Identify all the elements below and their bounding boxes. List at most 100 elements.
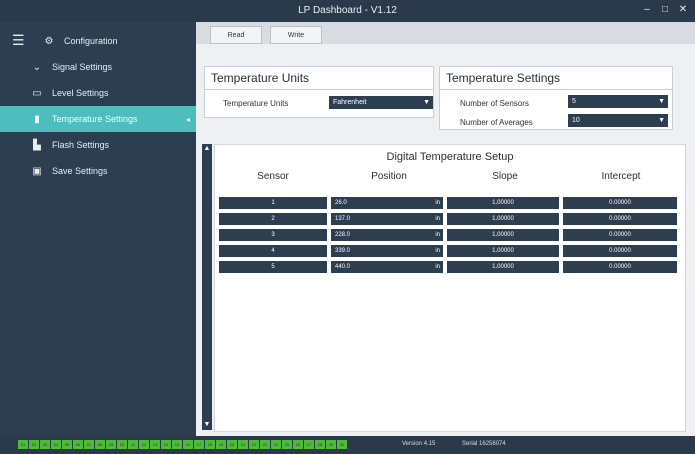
digital-temperature-setup-card: Digital Temperature Setup Sensor Positio… [214, 144, 686, 432]
sidebar-item-save-settings[interactable]: ▣ Save Settings [0, 158, 196, 184]
serial-label: Serial [462, 441, 478, 447]
save-icon: ▣ [32, 165, 42, 177]
chevron-down-icon: ▼ [658, 117, 665, 124]
number-of-averages-label: Number of Averages [460, 118, 533, 127]
read-button[interactable]: Read [210, 26, 262, 44]
main-content: Read Write Temperature Units Temperature… [196, 22, 695, 436]
status-chip: 27 [304, 440, 314, 449]
sidebar-item-signal-settings[interactable]: ⌄ Signal Settings [0, 54, 196, 80]
select-value: Fahrenheit [333, 99, 367, 106]
status-chip: 05 [62, 440, 72, 449]
toolbar: Read Write [196, 22, 695, 44]
status-chip: 21 [238, 440, 248, 449]
write-button[interactable]: Write [270, 26, 322, 44]
version-label: Version [402, 441, 423, 447]
scroll-down-icon[interactable]: ▼ [202, 420, 212, 430]
sidebar-item-temperature-settings[interactable]: ▮ Temperature Settings ◂ [0, 106, 196, 132]
position-input[interactable]: 440.0 in [331, 261, 443, 273]
temperature-units-label: Temperature Units [223, 99, 289, 108]
sidebar-item-label: Save Settings [52, 166, 108, 176]
column-header-slope: Slope [492, 171, 518, 182]
collapse-indicator-icon: ◂ [185, 114, 190, 124]
scroll-up-icon[interactable]: ▲ [202, 144, 212, 154]
position-value: 339.0 [335, 248, 351, 254]
sidebar-item-level-settings[interactable]: ▭ Level Settings [0, 80, 196, 106]
status-chip: 16 [183, 440, 193, 449]
status-chip: 24 [271, 440, 281, 449]
column-header-position: Position [371, 171, 407, 182]
flash-icon: ▙ [33, 139, 41, 151]
intercept-input[interactable]: 0.00000 [563, 229, 677, 241]
slope-input[interactable]: 1.00000 [447, 197, 559, 209]
group-divider [440, 89, 672, 90]
maximize-icon[interactable]: □ [659, 3, 671, 17]
group-title: Temperature Units [211, 71, 310, 85]
column-header-sensor: Sensor [257, 171, 289, 182]
sensor-cell: 5 [219, 261, 327, 273]
position-input[interactable]: 228.0 in [331, 229, 443, 241]
slope-input[interactable]: 1.00000 [447, 229, 559, 241]
status-chip: 02 [29, 440, 39, 449]
slope-input[interactable]: 1.00000 [447, 213, 559, 225]
vertical-scrollbar[interactable]: ▲ ▼ [202, 144, 212, 430]
status-chip: 19 [216, 440, 226, 449]
status-chip: 23 [260, 440, 270, 449]
gear-icon: ⚙ [44, 35, 54, 47]
status-chip: 01 [18, 440, 28, 449]
sidebar-item-label: Level Settings [52, 88, 109, 98]
intercept-input[interactable]: 0.00000 [563, 213, 677, 225]
number-of-sensors-select[interactable]: 5 ▼ [568, 95, 668, 108]
status-chip: 25 [282, 440, 292, 449]
temperature-units-select[interactable]: Fahrenheit ▼ [329, 96, 433, 109]
position-unit: in [435, 216, 440, 222]
status-chip: 14 [161, 440, 171, 449]
level-icon: ▭ [32, 87, 42, 99]
close-icon[interactable]: ✕ [677, 3, 689, 17]
sidebar-item-label: Configuration [64, 36, 118, 46]
intercept-input[interactable]: 0.00000 [563, 245, 677, 257]
select-value: 5 [572, 98, 576, 105]
version-value: 4.15 [423, 441, 436, 447]
sensor-status-chips: 01 02 03 04 05 06 07 08 09 10 11 12 13 1… [18, 440, 347, 449]
chevron-down-icon: ▼ [423, 99, 430, 106]
position-input[interactable]: 26.0 in [331, 197, 443, 209]
intercept-input[interactable]: 0.00000 [563, 197, 677, 209]
window-controls: – □ ✕ [641, 3, 689, 17]
temperature-units-group: Temperature Units Temperature Units Fahr… [204, 66, 434, 118]
position-input[interactable]: 137.0 in [331, 213, 443, 225]
status-chip: 29 [326, 440, 336, 449]
status-bar: 01 02 03 04 05 06 07 08 09 10 11 12 13 1… [0, 436, 695, 454]
number-of-averages-select[interactable]: 10 ▼ [568, 114, 668, 127]
window-title: LP Dashboard - V1.12 [298, 5, 397, 16]
status-chip: 03 [40, 440, 50, 449]
group-title: Temperature Settings [446, 71, 561, 85]
digital-temperature-setup-title: Digital Temperature Setup [386, 151, 514, 163]
status-chip: 12 [139, 440, 149, 449]
position-value: 440.0 [335, 264, 351, 270]
status-chip: 20 [227, 440, 237, 449]
serial-value: 16258074 [479, 441, 506, 447]
intercept-input[interactable]: 0.00000 [563, 261, 677, 273]
chevron-down-icon: ⌄ [32, 61, 42, 73]
slope-input[interactable]: 1.00000 [447, 261, 559, 273]
status-chip: 17 [194, 440, 204, 449]
status-chip: 13 [150, 440, 160, 449]
position-unit: in [435, 248, 440, 254]
status-chip: 11 [128, 440, 138, 449]
sensor-cell: 3 [219, 229, 327, 241]
position-unit: in [435, 232, 440, 238]
status-chip: 18 [205, 440, 215, 449]
sidebar-item-configuration[interactable]: ⚙ Configuration [0, 28, 196, 54]
sensor-cell: 1 [219, 197, 327, 209]
minimize-icon[interactable]: – [641, 3, 653, 17]
slope-input[interactable]: 1.00000 [447, 245, 559, 257]
sidebar-item-label: Temperature Settings [52, 114, 138, 124]
position-input[interactable]: 339.0 in [331, 245, 443, 257]
number-of-sensors-label: Number of Sensors [460, 99, 529, 108]
sidebar-item-flash-settings[interactable]: ▙ Flash Settings [0, 132, 196, 158]
status-chip: 30 [337, 440, 347, 449]
status-chip: 07 [84, 440, 94, 449]
sidebar-item-label: Signal Settings [52, 62, 113, 72]
position-unit: in [435, 200, 440, 206]
status-chip: 09 [106, 440, 116, 449]
